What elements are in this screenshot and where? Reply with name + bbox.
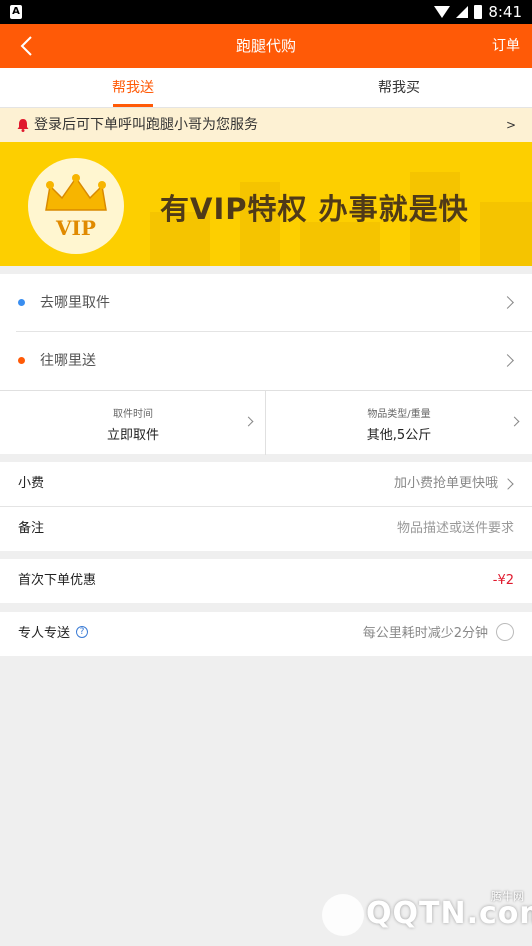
tip-label: 小费	[18, 476, 45, 491]
wifi-icon	[434, 6, 451, 18]
first-order-discount-row: 首次下单优惠 -¥2	[0, 559, 532, 603]
banner-building-shape	[300, 222, 380, 266]
dropoff-label: 往哪里送	[40, 353, 96, 369]
pickup-time-label: 取件时间	[113, 409, 153, 420]
nav-bar: 跑腿代购 订单	[0, 24, 532, 68]
goods-type-value: 其他,5公斤	[366, 428, 432, 443]
vip-badge: VIP	[28, 158, 124, 254]
pickup-time-value: 立即取件	[106, 428, 159, 443]
signal-icon	[456, 6, 469, 18]
notice-arrow-icon: >	[505, 118, 516, 132]
note-row[interactable]: 备注 物品描述或送件要求	[0, 507, 532, 551]
login-notice-bar[interactable]: 登录后可下单呼叫跑腿小哥为您服务 >	[0, 108, 532, 142]
crown-icon	[45, 174, 107, 211]
battery-icon	[474, 5, 483, 19]
notification-app-icon: A	[10, 5, 22, 19]
time-goods-row: 取件时间 立即取件 物品类型/重量 其他,5公斤	[0, 390, 532, 455]
note-placeholder: 物品描述或送件要求	[396, 521, 514, 536]
vip-badge-text: VIP	[56, 216, 96, 240]
banner-slogan: 有VIP特权 办事就是快	[160, 192, 469, 226]
status-icons: 8:41	[434, 0, 522, 24]
tip-row[interactable]: 小费 加小费抢单更快哦	[0, 462, 532, 506]
pickup-address-row[interactable]: 去哪里取件	[0, 274, 532, 332]
tab-buy-label: 帮我买	[378, 80, 420, 96]
tab-active-indicator	[113, 104, 153, 107]
dedicated-label: 专人专送	[18, 626, 71, 641]
watermark: QQTN.com 腾牛网	[322, 888, 532, 946]
tab-send-label: 帮我送	[112, 80, 154, 96]
status-time: 8:41	[488, 3, 522, 21]
pickup-label: 去哪里取件	[40, 295, 110, 311]
login-notice-text: 登录后可下单呼叫跑腿小哥为您服务	[34, 117, 258, 133]
chevron-right-icon	[501, 354, 514, 367]
pickup-dot-icon	[18, 299, 25, 306]
goods-type-label: 物品类型/重量	[367, 409, 431, 420]
first-order-discount-value: -¥2	[492, 573, 514, 588]
tab-bar: 帮我送 帮我买	[0, 68, 532, 108]
tab-buy[interactable]: 帮我买	[266, 68, 532, 108]
vip-banner[interactable]: VIP 有VIP特权 办事就是快	[0, 142, 532, 266]
note-label: 备注	[18, 521, 45, 536]
bell-icon	[17, 119, 29, 132]
dropoff-dot-icon	[18, 357, 25, 364]
dedicated-value: 每公里耗时减少2分钟	[362, 626, 488, 641]
tab-send[interactable]: 帮我送	[0, 68, 266, 108]
watermark-logo-icon	[322, 894, 364, 936]
chevron-right-icon	[502, 478, 514, 490]
dropoff-address-row[interactable]: 往哪里送	[0, 332, 532, 390]
pickup-time-cell[interactable]: 取件时间 立即取件	[0, 391, 266, 455]
goods-type-cell[interactable]: 物品类型/重量 其他,5公斤	[266, 391, 532, 455]
banner-building-shape	[480, 202, 532, 266]
help-icon[interactable]: ?	[76, 626, 88, 638]
first-order-label: 首次下单优惠	[18, 573, 97, 588]
status-bar: A 8:41	[0, 0, 532, 24]
page-title: 跑腿代购	[235, 37, 296, 55]
tip-value: 加小费抢单更快哦	[393, 476, 498, 491]
chevron-right-icon	[501, 296, 514, 309]
watermark-subtext: 腾牛网	[491, 890, 524, 903]
dedicated-delivery-row[interactable]: 专人专送 ? 每公里耗时减少2分钟	[0, 612, 532, 656]
orders-button[interactable]: 订单	[492, 24, 520, 68]
dedicated-radio[interactable]	[496, 623, 514, 641]
